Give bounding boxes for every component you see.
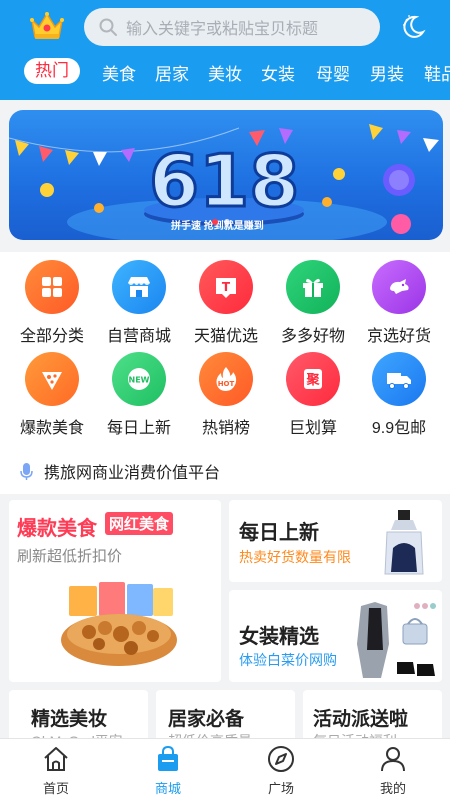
nav-mall[interactable]: 商城 (112, 739, 224, 800)
category-hot-food[interactable]: 爆款美食 (7, 352, 97, 442)
promo-women-subtitle: 体验白菜价网购 (239, 652, 337, 668)
bottom-nav: 首页 商城 广场 我的 (0, 738, 450, 800)
category-big-deal[interactable]: 聚 巨划算 (268, 352, 358, 442)
search-placeholder: 输入关键字或粘贴宝贝标题 (126, 21, 319, 38)
nav-home-label: 首页 (42, 781, 69, 796)
banner-art: 618 拼手速 抢到就是赚到 (9, 124, 439, 240)
category-label: 每日上新 (106, 420, 171, 437)
megaphone-icon (20, 463, 33, 480)
promo-activity-title: 活动派送啦 (313, 709, 409, 730)
category-label: 天猫优选 (193, 328, 258, 345)
svg-text:NEW: NEW (129, 376, 150, 385)
food-icon (25, 352, 79, 406)
tab-shoes[interactable]: 鞋品 (424, 60, 450, 85)
category-label: 爆款美食 (19, 420, 84, 437)
search-input[interactable]: 输入关键字或粘贴宝贝标题 (84, 8, 380, 46)
nav-square[interactable]: 广场 (225, 739, 337, 800)
svg-text:HOT: HOT (218, 380, 235, 388)
compass-icon (268, 746, 294, 772)
category-jd[interactable]: 京选好货 (354, 260, 444, 350)
promo-daily-title: 每日上新 (239, 522, 319, 544)
category-all[interactable]: 全部分类 (7, 260, 97, 350)
fashion-outfit-image (357, 602, 436, 678)
banner-dot-active (212, 219, 218, 225)
tab-home[interactable]: 居家 (155, 60, 189, 85)
category-label: 自营商城 (106, 328, 171, 345)
promo-food-subtitle: 刷新超低折扣价 (17, 548, 123, 565)
promo-food-badge: 网红美食 (105, 512, 174, 535)
category-free-shipping[interactable]: 9.9包邮 (354, 352, 444, 442)
nav-home[interactable]: 首页 (0, 739, 112, 800)
category-tabs: 热门 美食 居家 美妆 女装 母婴 男装 鞋品 (0, 56, 450, 88)
nav-mine-label: 我的 (379, 781, 406, 796)
deal-icon: 聚 (286, 352, 340, 406)
promo-card-women[interactable]: 女装精选 体验白菜价网购 (229, 590, 442, 682)
promo-card-daily-new[interactable]: 每日上新 热卖好货数量有限 (229, 500, 442, 582)
jd-dog-icon (372, 260, 426, 314)
promo-beauty-title: 精选美妆 (31, 709, 108, 730)
grid-icon (25, 260, 79, 314)
tab-hot[interactable]: 热门 (24, 58, 80, 84)
promo-food-title: 爆款美食 (17, 518, 97, 540)
tab-food[interactable]: 美食 (102, 60, 136, 85)
category-label: 全部分类 (19, 328, 84, 345)
mall-bag-icon (158, 745, 178, 771)
category-label: 热销榜 (201, 420, 250, 437)
category-pdd[interactable]: 多多好物 (268, 260, 358, 350)
hot-icon: HOT (199, 352, 253, 406)
promo-women-title: 女装精选 (239, 626, 319, 648)
banner-headline: 618 (149, 139, 299, 223)
truck-icon (372, 352, 426, 406)
tab-beauty[interactable]: 美妆 (208, 60, 242, 85)
svg-text:聚: 聚 (305, 373, 320, 388)
category-label: 京选好货 (366, 328, 431, 345)
snack-basket-image (61, 582, 177, 666)
category-hot-list[interactable]: HOT 热销榜 (181, 352, 271, 442)
promo-banner[interactable]: 618 拼手速 抢到就是赚到 (9, 110, 443, 240)
user-icon (381, 747, 405, 772)
nav-square-label: 广场 (267, 781, 294, 796)
category-label: 巨划算 (288, 420, 337, 437)
nav-mine[interactable]: 我的 (337, 739, 449, 800)
night-mode-icon[interactable] (398, 12, 428, 42)
category-self-mall[interactable]: 自营商城 (94, 260, 184, 350)
new-icon: NEW (112, 352, 166, 406)
tmall-icon: T (199, 260, 253, 314)
category-label: 9.9包邮 (371, 420, 427, 437)
tab-women[interactable]: 女装 (261, 60, 295, 85)
announcement-bar[interactable]: 携旅网商业消费价值平台 (0, 448, 450, 494)
svg-text:T: T (222, 280, 231, 294)
search-icon (99, 18, 117, 36)
promo-card-food[interactable]: 爆款美食 网红美食 刷新超低折扣价 (9, 500, 221, 682)
promo-home-title: 居家必备 (168, 709, 245, 730)
tab-men[interactable]: 男装 (370, 60, 404, 85)
tab-baby[interactable]: 母婴 (316, 60, 350, 85)
announcement-text: 携旅网商业消费价值平台 (44, 465, 221, 482)
category-daily-new[interactable]: NEW 每日上新 (94, 352, 184, 442)
gift-icon (286, 260, 340, 314)
nav-mall-label: 商城 (154, 781, 181, 796)
category-label: 多多好物 (280, 328, 345, 345)
crown-logo-icon[interactable] (29, 10, 65, 42)
banner-dot (224, 219, 230, 225)
category-grid: 全部分类 自营商城 T 天猫优选 多多好物 京选好货 爆款美食 NEW 每日上新… (0, 252, 450, 448)
store-icon (112, 260, 166, 314)
promo-daily-subtitle: 热卖好货数量有限 (239, 549, 351, 565)
perfume-bottle-image (384, 510, 424, 575)
top-header: 输入关键字或粘贴宝贝标题 热门 美食 居家 美妆 女装 母婴 男装 鞋品 (0, 0, 450, 100)
home-icon (44, 747, 68, 771)
category-tmall[interactable]: T 天猫优选 (181, 260, 271, 350)
